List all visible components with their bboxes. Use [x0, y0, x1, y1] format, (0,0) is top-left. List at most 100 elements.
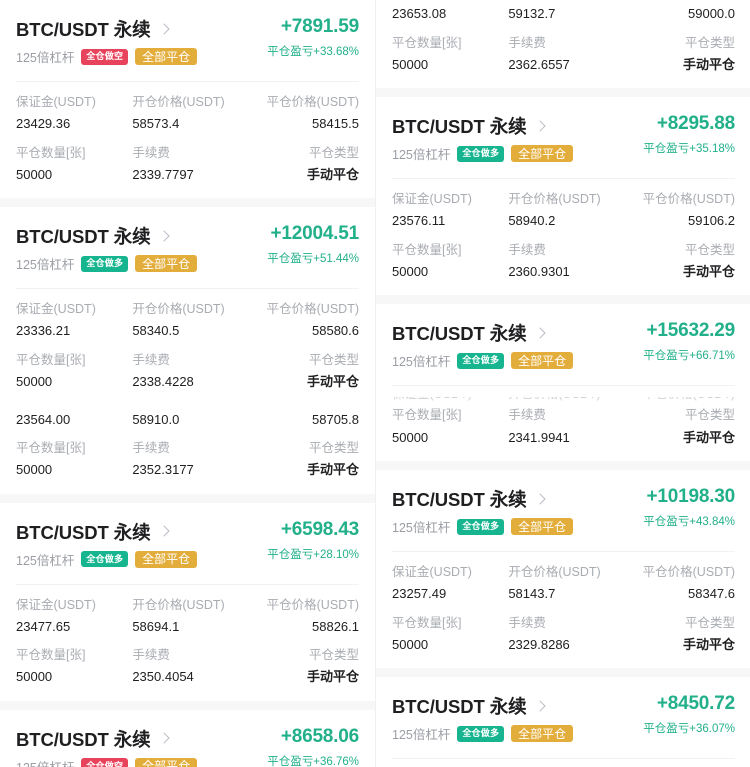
meta-row: 125倍杠杆全仓做空全部平仓: [16, 757, 198, 767]
chevron-right-icon[interactable]: [535, 701, 546, 712]
detail-value: 58573.4: [132, 116, 180, 132]
detail-grid: 23653.08 59132.7 59000.0 平仓数量[张] 50000 手续费 236…: [392, 0, 735, 88]
detail-cell: 59000.0: [625, 1, 735, 24]
close-all-badge[interactable]: 全部平仓: [135, 757, 198, 767]
detail-cell: 手续费 2339.7797: [132, 144, 242, 185]
detail-cell: 手续费 2341.9941: [508, 406, 618, 447]
symbol-row[interactable]: BTC/USDT 永续: [16, 726, 197, 752]
position-card[interactable]: BTC/USDT 永续 125倍杠杆全仓做空全部平仓 +8658.06 平仓盈亏+36…: [0, 700, 375, 767]
position-card[interactable]: BTC/USDT 永续 125倍杠杆 全仓做多 全部平仓 +8295.88 平仓盈亏+35…: [376, 88, 750, 296]
chevron-right-icon[interactable]: [535, 328, 546, 339]
chevron-right-icon[interactable]: [159, 733, 170, 744]
detail-value: 2329.8286: [508, 636, 570, 652]
chevron-right-icon[interactable]: [159, 24, 170, 35]
detail-cell: 手续费 2329.8286: [508, 614, 618, 655]
card-header-right: +8450.72 平仓盈亏+36.07%: [643, 693, 735, 736]
realized-pnl-value: +8450.72: [656, 693, 735, 715]
close-all-badge[interactable]: 全部平仓: [135, 48, 198, 65]
symbol-row[interactable]: BTC/USDT 永续: [392, 486, 573, 512]
detail-value: 58826.1: [312, 618, 359, 634]
position-card[interactable]: BTC/USDT 永续 125倍杠杆 全仓做多 全部平仓 +12004.51 平仓盈亏+5…: [0, 198, 375, 406]
close-all-badge[interactable]: 全部平仓: [511, 725, 574, 743]
card-header[interactable]: BTC/USDT 永续 125倍杠杆 全仓做多 全部平仓 +8295.88 平仓盈亏+35…: [392, 97, 735, 167]
detail-cell: 保证金(USDT) 23576.11: [392, 190, 502, 231]
card-header[interactable]: BTC/USDT 永续 125倍杠杆全仓做空全部平仓 +8658.06 平仓盈亏+36…: [16, 710, 359, 767]
symbol-row[interactable]: BTC/USDT 永续: [392, 693, 573, 719]
detail-label: 平仓价格(USDT): [266, 302, 359, 317]
card-header[interactable]: BTC/USDT 永续 125倍杠杆 全仓做多 全部平仓 +8450.72 平仓盈亏+36…: [392, 677, 735, 747]
detail-row: 保证金(USDT) 23576.11 开仓价格(USDT) 58940.2 平仓价格(U…: [392, 190, 735, 231]
position-side-badge-long: 全仓做多: [457, 352, 505, 369]
chevron-right-icon[interactable]: [159, 231, 170, 242]
detail-value: 58940.2: [508, 213, 556, 229]
detail-label: 开仓价格(USDT): [508, 192, 601, 207]
detail-cell: 平仓类型 手动平仓: [249, 646, 359, 687]
realized-pnl-value: +6598.43: [280, 518, 359, 540]
detail-cell: 平仓价格(USDT) 58415.5: [249, 93, 359, 134]
detail-cell: 保证金(USDT) 23257.49: [392, 563, 502, 604]
detail-label: 平仓数量[张]: [392, 615, 462, 630]
detail-grid: 保证金(USDT) 开仓价格(USDT) 平仓价格(USDT) 平仓数量[张] 5000…: [392, 385, 735, 461]
symbol-row[interactable]: BTC/USDT 永续: [392, 320, 573, 346]
detail-row: 23564.00 58910.0 58705.8: [16, 407, 359, 430]
card-header[interactable]: BTC/USDT 永续 125倍杠杆 全仓做多 全部平仓 +10198.30 平仓盈亏+4…: [392, 470, 735, 540]
close-all-badge[interactable]: 全部平仓: [511, 518, 574, 535]
right-column[interactable]: 23653.08 59132.7 59000.0 平仓数量[张] 50000 手续费 236…: [375, 0, 750, 767]
detail-label: 手续费: [132, 352, 170, 367]
symbol-row[interactable]: BTC/USDT 永续: [392, 113, 573, 139]
detail-row: 保证金(USDT) 开仓价格(USDT) 平仓价格(USDT): [392, 397, 735, 406]
detail-value: 58705.8: [312, 411, 359, 427]
detail-cell: 手续费 2350.4054: [132, 646, 242, 687]
position-card[interactable]: BTC/USDT 永续 125倍杠杆 全仓做多 全部平仓 +10198.30 平仓盈亏+4…: [376, 461, 750, 669]
card-header-left: BTC/USDT 永续 125倍杠杆全仓做空全部平仓: [16, 16, 198, 66]
detail-value: 2341.9941: [508, 429, 570, 445]
detail-label: 平仓类型: [684, 408, 735, 423]
leverage-label: 125倍杠杆: [16, 258, 75, 273]
card-header[interactable]: BTC/USDT 永续 125倍杠杆 全仓做多 全部平仓 +6598.43 平仓盈亏+28…: [16, 503, 359, 573]
detail-value: 58340.5: [132, 323, 180, 339]
meta-row: 125倍杠杆 全仓做多 全部平仓: [392, 351, 574, 370]
position-card[interactable]: BTC/USDT 永续 125倍杠杆 全仓做多 全部平仓 +15632.29 平仓盈亏+6…: [376, 295, 750, 461]
left-column[interactable]: BTC/USDT 永续 125倍杠杆 全仓做空 全部平仓 +7891.59 平仓盈亏+33…: [0, 0, 375, 767]
detail-cell: 58910.0: [132, 407, 242, 430]
close-all-badge[interactable]: 全部平仓: [511, 352, 574, 370]
detail-label: 手续费: [508, 35, 546, 50]
detail-value: 23336.21: [16, 323, 71, 339]
detail-cell: 平仓类型 手动平仓: [625, 406, 735, 447]
card-header[interactable]: BTC/USDT 永续 125倍杠杆 全仓做空 全部平仓 +7891.59 平仓盈亏+33…: [16, 0, 359, 70]
detail-cell: 平仓类型 手动平仓: [249, 439, 359, 480]
detail-label: 手续费: [132, 648, 170, 663]
close-all-badge[interactable]: 全部平仓: [511, 145, 574, 163]
realized-pnl-value: +10198.30: [646, 486, 735, 507]
close-all-badge[interactable]: 全部平仓: [135, 550, 198, 568]
position-card[interactable]: BTC/USDT 永续 125倍杠杆 全仓做多 全部平仓 +8450.72 平仓盈亏+36…: [376, 668, 750, 767]
position-card[interactable]: BTC/USDT 永续 125倍杠杆 全仓做空 全部平仓 +7891.59 平仓盈亏+33…: [0, 0, 375, 199]
card-header[interactable]: BTC/USDT 永续 125倍杠杆 全仓做多 全部平仓 +15632.29 平仓盈亏+6…: [392, 304, 735, 374]
chevron-right-icon[interactable]: [159, 526, 170, 537]
detail-value: 23576.11: [392, 213, 446, 229]
symbol-row[interactable]: BTC/USDT 永续: [16, 519, 197, 545]
detail-label: 保证金(USDT): [16, 302, 96, 317]
symbol-row[interactable]: BTC/USDT 永续: [16, 16, 197, 42]
position-side-badge-short: 全仓做空: [81, 48, 129, 65]
symbol-row[interactable]: BTC/USDT 永续: [16, 223, 197, 249]
chevron-right-icon[interactable]: [535, 121, 546, 132]
detail-cell: 23653.08: [392, 1, 502, 24]
close-all-badge[interactable]: 全部平仓: [135, 255, 198, 273]
detail-label: 开仓价格(USDT): [508, 397, 618, 403]
detail-label: 保证金(USDT): [16, 597, 96, 612]
card-header[interactable]: BTC/USDT 永续 125倍杠杆 全仓做多 全部平仓 +12004.51 平仓盈亏+5…: [16, 207, 359, 277]
position-card[interactable]: 23653.08 59132.7 59000.0 平仓数量[张] 50000 手续费 236…: [376, 0, 750, 89]
card-header-right: +8658.06 平仓盈亏+36.76%: [267, 726, 359, 767]
detail-value: 23257.49: [392, 586, 447, 602]
chevron-right-icon[interactable]: [535, 494, 546, 505]
detail-label: 平仓类型: [308, 648, 359, 663]
position-card[interactable]: 23564.00 58910.0 58705.8 平仓数量[张] 50000 手续费 235…: [0, 405, 375, 494]
detail-label: 手续费: [508, 242, 546, 257]
position-card[interactable]: BTC/USDT 永续 125倍杠杆 全仓做多 全部平仓 +6598.43 平仓盈亏+28…: [0, 493, 375, 701]
detail-value: 2362.6557: [508, 56, 570, 72]
detail-label: 平仓价格(USDT): [642, 565, 735, 579]
detail-cell: 平仓数量[张] 50000: [16, 351, 126, 392]
clipped-detail-row: 保证金(USDT) 开仓价格(USDT) 平仓价格(USDT): [392, 397, 735, 406]
card-header-left: BTC/USDT 永续 125倍杠杆全仓做空全部平仓: [16, 726, 198, 767]
